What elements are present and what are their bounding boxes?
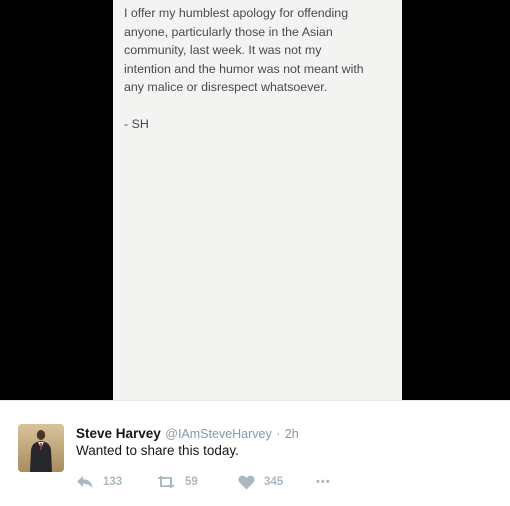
tweet-page: I offer my humblest apology for offendin…: [0, 0, 510, 506]
separator-dot: ·: [276, 427, 281, 441]
reply-button[interactable]: 133: [76, 475, 156, 489]
like-count: 345: [264, 476, 284, 488]
avatar-image: [18, 424, 64, 472]
tweet-timestamp[interactable]: 2h: [285, 427, 299, 441]
more-icon: •••: [316, 476, 331, 488]
tweet-actions: 133 59 345 •••: [76, 472, 331, 492]
retweet-icon: [157, 475, 175, 489]
note-line: I offer my humblest apology for offendin…: [124, 6, 349, 20]
apology-note-image: I offer my humblest apology for offendin…: [113, 0, 402, 400]
note-line: community, last week. It was not my: [124, 43, 322, 57]
retweet-count: 59: [185, 476, 198, 488]
author-name[interactable]: Steve Harvey: [76, 426, 161, 441]
author-handle[interactable]: @IAmSteveHarvey: [165, 427, 271, 441]
more-button[interactable]: •••: [316, 476, 331, 488]
like-button[interactable]: 345: [238, 474, 316, 490]
reply-icon: [77, 476, 93, 488]
tweet-header: Steve Harvey @IAmSteveHarvey · 2h: [76, 425, 299, 443]
tweet: Steve Harvey @IAmSteveHarvey · 2h Wanted…: [0, 400, 510, 506]
retweet-button[interactable]: 59: [156, 475, 238, 489]
note-spacer: [124, 97, 392, 115]
note-line: anyone, particularly those in the Asian: [124, 24, 333, 39]
note-line: any malice or disrespect whatsoever.: [124, 80, 328, 94]
note-line: intention and the humor was not meant wi…: [124, 61, 364, 76]
tweet-media[interactable]: I offer my humblest apology for offendin…: [0, 0, 510, 400]
heart-icon: [238, 474, 255, 489]
reply-count: 133: [103, 476, 123, 488]
tweet-text: Wanted to share this today.: [76, 443, 239, 458]
note-signature: - SH: [124, 116, 149, 131]
avatar[interactable]: [18, 424, 64, 472]
